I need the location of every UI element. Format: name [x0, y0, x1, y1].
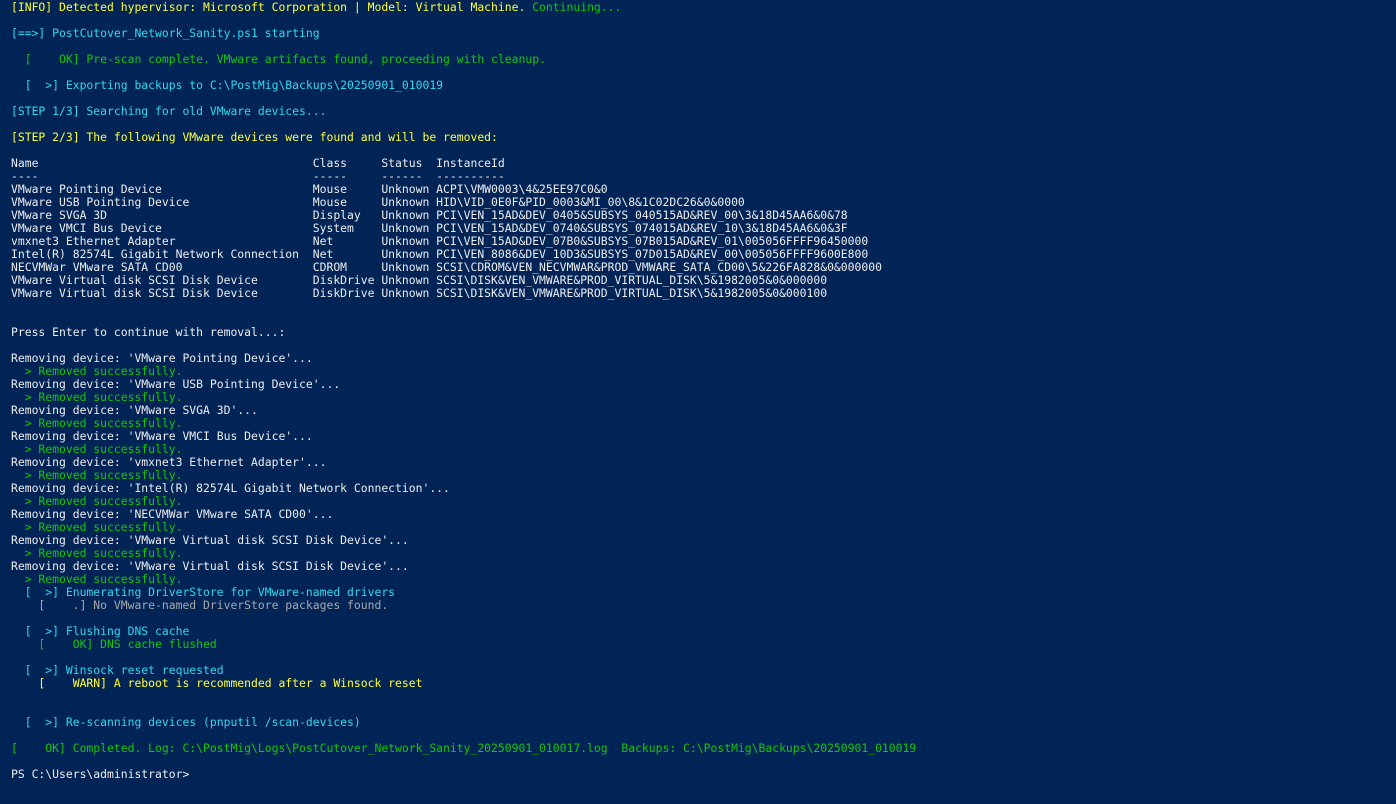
terminal-text-cyan: [ >] Exporting backups to C:\PostMig\Bac… — [11, 78, 444, 92]
terminal-text-cyan: [==>] PostCutover_Network_Sanity.ps1 sta… — [11, 26, 320, 40]
terminal-line: Removing device: 'VMware USB Pointing De… — [11, 378, 1396, 391]
terminal-line: Removing device: 'NECVMWar VMware SATA C… — [11, 508, 1396, 521]
terminal-text-green: Continuing... — [532, 0, 622, 14]
terminal-text-white: PS C:\Users\administrator> — [11, 767, 190, 781]
terminal-text-white: Removing device: 'NECVMWar VMware SATA C… — [11, 507, 334, 521]
terminal-text-white: Removing device: 'VMware VMCI Bus Device… — [11, 429, 313, 443]
terminal-text-white: Removing device: 'VMware USB Pointing De… — [11, 377, 341, 391]
terminal-line: Removing device: 'VMware SVGA 3D'... — [11, 404, 1396, 417]
terminal-line: [ >] Re-scanning devices (pnputil /scan-… — [11, 716, 1396, 729]
terminal-text-yellow: [INFO] Detected hypervisor: Microsoft Co… — [11, 0, 533, 14]
terminal-line: [ >] Flushing DNS cache — [11, 625, 1396, 638]
terminal-text-white: Removing device: 'VMware Virtual disk SC… — [11, 559, 409, 573]
terminal-text-cyan: [ >] Re-scanning devices (pnputil /scan-… — [11, 715, 361, 729]
terminal-text-white: Removing device: 'VMware SVGA 3D'... — [11, 403, 258, 417]
terminal-line: PS C:\Users\administrator> — [11, 768, 1396, 781]
terminal-text-white: Removing device: 'Intel(R) 82574L Gigabi… — [11, 481, 450, 495]
terminal-text-gray: [ .] No VMware-named DriverStore package… — [11, 598, 389, 612]
terminal-text-green: > Removed successfully. — [11, 546, 183, 560]
terminal-text-white: Press Enter to continue with removal...: — [11, 325, 286, 339]
terminal-text-white: Intel(R) 82574L Gigabit Network Connecti… — [11, 247, 869, 261]
terminal-line: [ OK] Pre-scan complete. VMware artifact… — [11, 53, 1396, 66]
terminal-text-white: Removing device: 'VMware Pointing Device… — [11, 351, 313, 365]
terminal-text-white: Name Class Status InstanceId — [11, 156, 505, 170]
terminal-text-white: VMware SVGA 3D Display Unknown PCI\VEN_1… — [11, 208, 848, 222]
terminal-line: [STEP 1/3] Searching for old VMware devi… — [11, 105, 1396, 118]
terminal-text-green: [ OK] DNS cache flushed — [11, 637, 217, 651]
terminal-line: [ OK] DNS cache flushed — [11, 638, 1396, 651]
terminal-text-white: vmxnet3 Ethernet Adapter Net Unknown PCI… — [11, 234, 869, 248]
terminal-text-green: > Removed successfully. — [11, 416, 183, 430]
terminal-line: Removing device: 'VMware Pointing Device… — [11, 352, 1396, 365]
terminal-line: Removing device: 'VMware Virtual disk SC… — [11, 560, 1396, 573]
terminal-line: VMware Virtual disk SCSI Disk Device Dis… — [11, 287, 1396, 300]
terminal-output[interactable]: [INFO] Detected hypervisor: Microsoft Co… — [11, 1, 1396, 781]
terminal-text-white: Removing device: 'vmxnet3 Ethernet Adapt… — [11, 455, 327, 469]
terminal-text-yellow: [ WARN] A reboot is recommended after a … — [11, 676, 423, 690]
terminal-text-white: VMware Pointing Device Mouse Unknown ACP… — [11, 182, 608, 196]
terminal-text-green: > Removed successfully. — [11, 572, 183, 586]
terminal-text-green: > Removed successfully. — [11, 520, 183, 534]
terminal-line: [ >] Exporting backups to C:\PostMig\Bac… — [11, 79, 1396, 92]
terminal-text-white: NECVMWar VMware SATA CD00 CDROM Unknown … — [11, 260, 882, 274]
terminal-line: Removing device: 'VMware Virtual disk SC… — [11, 534, 1396, 547]
terminal-text-yellow: [STEP 2/3] The following VMware devices … — [11, 130, 498, 144]
terminal-line: [==>] PostCutover_Network_Sanity.ps1 sta… — [11, 27, 1396, 40]
terminal-text-green: > Removed successfully. — [11, 390, 183, 404]
terminal-line: [ WARN] A reboot is recommended after a … — [11, 677, 1396, 690]
terminal-line: [ OK] Completed. Log: C:\PostMig\Logs\Po… — [11, 742, 1396, 755]
terminal-text-green: > Removed successfully. — [11, 468, 183, 482]
terminal-line: Removing device: 'Intel(R) 82574L Gigabi… — [11, 482, 1396, 495]
terminal-line: [ .] No VMware-named DriverStore package… — [11, 599, 1396, 612]
terminal-text-white: VMware USB Pointing Device Mouse Unknown… — [11, 195, 745, 209]
terminal-line: [INFO] Detected hypervisor: Microsoft Co… — [11, 1, 1396, 14]
terminal-text-green: [ OK] Pre-scan complete. VMware artifact… — [11, 52, 546, 66]
terminal-line: Removing device: 'VMware VMCI Bus Device… — [11, 430, 1396, 443]
terminal-text-white: VMware Virtual disk SCSI Disk Device Dis… — [11, 286, 828, 300]
terminal-text-white: VMware VMCI Bus Device System Unknown PC… — [11, 221, 848, 235]
terminal-text-green: > Removed successfully. — [11, 494, 183, 508]
terminal-text-cyan: [STEP 1/3] Searching for old VMware devi… — [11, 104, 327, 118]
terminal-line: Press Enter to continue with removal...: — [11, 326, 1396, 339]
terminal-text-cyan: [ >] Enumerating DriverStore for VMware-… — [11, 585, 396, 599]
terminal-text-white: ---- ----- ------ ---------- — [11, 169, 505, 183]
terminal-text-green: [ OK] Completed. Log: C:\PostMig\Logs\Po… — [11, 741, 917, 755]
terminal-text-cyan: [ >] Winsock reset requested — [11, 663, 224, 677]
terminal-text-green: > Removed successfully. — [11, 442, 183, 456]
terminal-text-green: > Removed successfully. — [11, 364, 183, 378]
terminal-line: [STEP 2/3] The following VMware devices … — [11, 131, 1396, 144]
terminal-text-white: VMware Virtual disk SCSI Disk Device Dis… — [11, 273, 828, 287]
terminal-line: Removing device: 'vmxnet3 Ethernet Adapt… — [11, 456, 1396, 469]
terminal-text-cyan: [ >] Flushing DNS cache — [11, 624, 190, 638]
terminal-text-white: Removing device: 'VMware Virtual disk SC… — [11, 533, 409, 547]
